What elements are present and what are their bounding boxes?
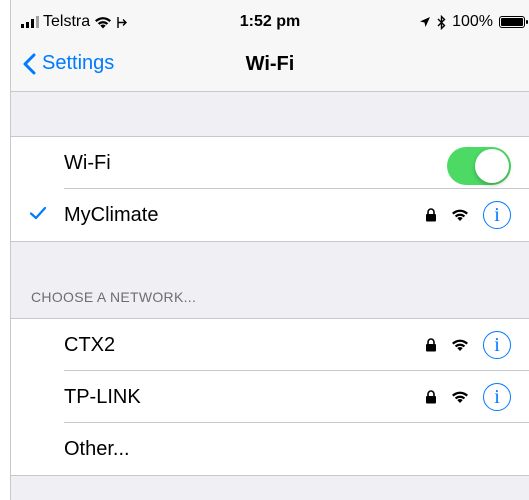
network-status-icons: i	[425, 201, 511, 229]
network-row-ctx2[interactable]: CTX2 i	[11, 319, 529, 371]
checkmark-icon	[29, 206, 47, 220]
network-name: CTX2	[64, 333, 116, 356]
toggle-knob	[475, 149, 509, 183]
info-icon[interactable]: i	[483, 383, 511, 411]
page-title: Wi-Fi	[245, 53, 295, 75]
wifi-label: Wi-Fi	[64, 151, 111, 174]
info-icon[interactable]: i	[483, 201, 511, 229]
wifi-signal-icon	[452, 391, 468, 403]
navigation-bar: Settings Wi-Fi	[11, 40, 529, 92]
section-header: CHOOSE A NETWORK...	[31, 289, 197, 305]
connected-network-row[interactable]: MyClimate i	[11, 189, 529, 241]
wifi-signal-icon	[452, 209, 468, 221]
battery-icon	[499, 16, 528, 28]
settings-screen: Telstra 1:52 pm 100% Settings Wi-Fi Wi-F…	[10, 0, 529, 500]
networks-group: CTX2 i TP-LINK i Other...	[11, 318, 529, 476]
lock-icon	[426, 390, 436, 404]
lock-icon	[426, 338, 436, 352]
wifi-toggle-row: Wi-Fi	[11, 137, 529, 189]
other-network-row[interactable]: Other...	[11, 423, 529, 475]
network-status-icons: i	[425, 331, 511, 359]
status-bar: Telstra 1:52 pm 100%	[11, 0, 529, 40]
location-icon	[420, 17, 431, 27]
info-icon[interactable]: i	[483, 331, 511, 359]
connected-network-name: MyClimate	[64, 203, 159, 226]
wifi-toggle[interactable]	[447, 147, 511, 185]
other-label: Other...	[64, 437, 130, 460]
status-right: 100%	[419, 13, 528, 31]
battery-percent: 100%	[452, 13, 493, 30]
wifi-signal-icon	[452, 339, 468, 351]
network-name: TP-LINK	[64, 385, 141, 408]
wifi-group: Wi-Fi MyClimate i	[11, 136, 529, 242]
network-row-tp-link[interactable]: TP-LINK i	[11, 371, 529, 423]
bluetooth-icon	[437, 14, 446, 30]
lock-icon	[426, 208, 436, 222]
network-status-icons: i	[425, 383, 511, 411]
